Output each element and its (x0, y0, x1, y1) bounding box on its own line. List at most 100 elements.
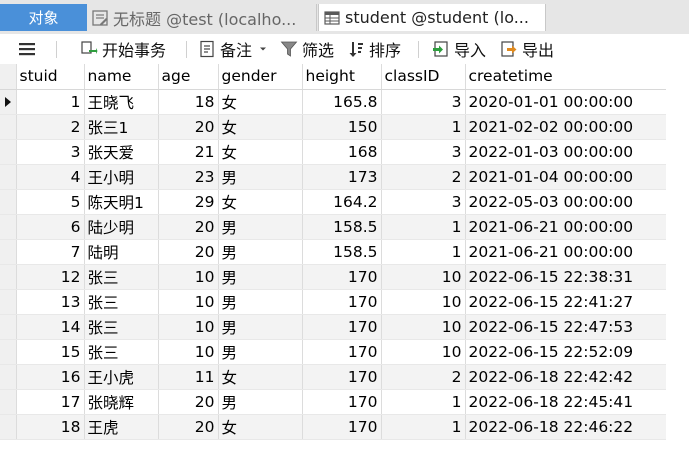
cell-height[interactable]: 150 (302, 114, 382, 140)
cell-stuid[interactable]: 4 (16, 164, 85, 190)
cell-gender[interactable]: 男 (218, 239, 303, 265)
cell-createtime[interactable]: 2021-01-04 00:00:00 (465, 164, 667, 190)
cell-stuid[interactable]: 5 (16, 189, 85, 215)
row-indicator[interactable] (0, 414, 17, 440)
cell-stuid[interactable]: 7 (16, 239, 85, 265)
table-row[interactable]: 12 张三 10 男 170 10 2022-06-15 22:38:31 (0, 264, 667, 290)
row-indicator[interactable] (0, 189, 17, 215)
cell-age[interactable]: 18 (158, 89, 219, 115)
row-indicator[interactable] (0, 314, 17, 340)
tab-student-table[interactable]: student @student (lo... (318, 4, 546, 31)
cell-classid[interactable]: 2 (381, 164, 466, 190)
cell-classid[interactable]: 10 (381, 289, 466, 315)
cell-gender[interactable]: 男 (218, 339, 303, 365)
cell-height[interactable]: 164.2 (302, 189, 382, 215)
cell-createtime[interactable]: 2022-06-15 22:38:31 (465, 264, 667, 290)
table-row[interactable]: 17 张晓辉 20 男 170 1 2022-06-18 22:45:41 (0, 389, 667, 415)
cell-age[interactable]: 23 (158, 164, 219, 190)
tab-untitled-query[interactable]: 无标题 @test (localho... (87, 4, 317, 31)
cell-createtime[interactable]: 2022-06-15 22:52:09 (465, 339, 667, 365)
row-indicator[interactable] (0, 389, 17, 415)
cell-age[interactable]: 20 (158, 214, 219, 240)
cell-gender[interactable]: 女 (218, 89, 303, 115)
row-indicator[interactable] (0, 339, 17, 365)
cell-stuid[interactable]: 14 (16, 314, 85, 340)
cell-createtime[interactable]: 2022-06-15 22:47:53 (465, 314, 667, 340)
cell-stuid[interactable]: 12 (16, 264, 85, 290)
cell-height[interactable]: 170 (302, 364, 382, 390)
column-header-gender[interactable]: gender (218, 64, 303, 90)
cell-classid[interactable]: 2 (381, 364, 466, 390)
table-row[interactable]: 7 陆明 20 男 158.5 1 2021-06-21 00:00:00 (0, 239, 667, 265)
cell-classid[interactable]: 1 (381, 214, 466, 240)
cell-createtime[interactable]: 2020-01-01 00:00:00 (465, 89, 667, 115)
cell-gender[interactable]: 女 (218, 364, 303, 390)
cell-age[interactable]: 10 (158, 289, 219, 315)
cell-height[interactable]: 170 (302, 289, 382, 315)
table-row[interactable]: 15 张三 10 男 170 10 2022-06-15 22:52:09 (0, 339, 667, 365)
table-row[interactable]: 4 王小明 23 男 173 2 2021-01-04 00:00:00 (0, 164, 667, 190)
cell-name[interactable]: 王小虎 (84, 364, 159, 390)
cell-createtime[interactable]: 2021-06-21 00:00:00 (465, 214, 667, 240)
cell-gender[interactable]: 男 (218, 314, 303, 340)
cell-name[interactable]: 王虎 (84, 414, 159, 440)
filter-button[interactable]: 筛选 (280, 34, 334, 64)
column-header-stuid[interactable]: stuid (16, 64, 85, 90)
row-indicator[interactable] (0, 289, 17, 315)
cell-classid[interactable]: 1 (381, 114, 466, 140)
cell-age[interactable]: 20 (158, 114, 219, 140)
cell-createtime[interactable]: 2022-01-03 00:00:00 (465, 139, 667, 165)
cell-stuid[interactable]: 3 (16, 139, 85, 165)
cell-classid[interactable]: 3 (381, 89, 466, 115)
table-row[interactable]: 2 张三1 20 女 150 1 2021-02-02 00:00:00 (0, 114, 667, 140)
export-button[interactable]: 导出 (500, 34, 554, 64)
cell-createtime[interactable]: 2022-06-18 22:46:22 (465, 414, 667, 440)
cell-gender[interactable]: 女 (218, 414, 303, 440)
cell-gender[interactable]: 女 (218, 139, 303, 165)
cell-height[interactable]: 168 (302, 139, 382, 165)
cell-age[interactable]: 20 (158, 414, 219, 440)
cell-height[interactable]: 158.5 (302, 239, 382, 265)
cell-name[interactable]: 陈天明1 (84, 189, 159, 215)
row-indicator[interactable] (0, 239, 17, 265)
column-header-classid[interactable]: classID (381, 64, 466, 90)
cell-height[interactable]: 170 (302, 414, 382, 440)
cell-classid[interactable]: 3 (381, 139, 466, 165)
cell-height[interactable]: 170 (302, 264, 382, 290)
tab-objects[interactable]: 对象 (0, 4, 87, 31)
cell-createtime[interactable]: 2021-06-21 00:00:00 (465, 239, 667, 265)
cell-height[interactable]: 170 (302, 339, 382, 365)
cell-gender[interactable]: 男 (218, 164, 303, 190)
cell-createtime[interactable]: 2022-06-18 22:45:41 (465, 389, 667, 415)
import-button[interactable]: 导入 (432, 34, 486, 64)
row-indicator[interactable] (0, 214, 17, 240)
table-row[interactable]: 14 张三 10 男 170 10 2022-06-15 22:47:53 (0, 314, 667, 340)
cell-name[interactable]: 张三 (84, 289, 159, 315)
cell-classid[interactable]: 1 (381, 239, 466, 265)
cell-height[interactable]: 173 (302, 164, 382, 190)
cell-stuid[interactable]: 17 (16, 389, 85, 415)
column-header-age[interactable]: age (158, 64, 219, 90)
cell-stuid[interactable]: 16 (16, 364, 85, 390)
column-header-height[interactable]: height (302, 64, 382, 90)
cell-name[interactable]: 王晓飞 (84, 89, 159, 115)
cell-age[interactable]: 29 (158, 189, 219, 215)
begin-transaction-button[interactable]: 开始事务 (80, 34, 166, 64)
row-indicator[interactable] (0, 364, 17, 390)
table-row[interactable]: 13 张三 10 男 170 10 2022-06-15 22:41:27 (0, 289, 667, 315)
row-indicator[interactable] (0, 139, 17, 165)
table-row[interactable]: 1 王晓飞 18 女 165.8 3 2020-01-01 00:00:00 (0, 89, 667, 115)
cell-name[interactable]: 张三 (84, 314, 159, 340)
cell-age[interactable]: 21 (158, 139, 219, 165)
cell-gender[interactable]: 男 (218, 289, 303, 315)
cell-height[interactable]: 170 (302, 389, 382, 415)
cell-classid[interactable]: 10 (381, 339, 466, 365)
cell-stuid[interactable]: 2 (16, 114, 85, 140)
cell-stuid[interactable]: 6 (16, 214, 85, 240)
cell-classid[interactable]: 10 (381, 264, 466, 290)
column-header-createtime[interactable]: createtime (465, 64, 667, 90)
cell-age[interactable]: 20 (158, 389, 219, 415)
cell-name[interactable]: 张三 (84, 264, 159, 290)
cell-stuid[interactable]: 15 (16, 339, 85, 365)
cell-gender[interactable]: 男 (218, 389, 303, 415)
